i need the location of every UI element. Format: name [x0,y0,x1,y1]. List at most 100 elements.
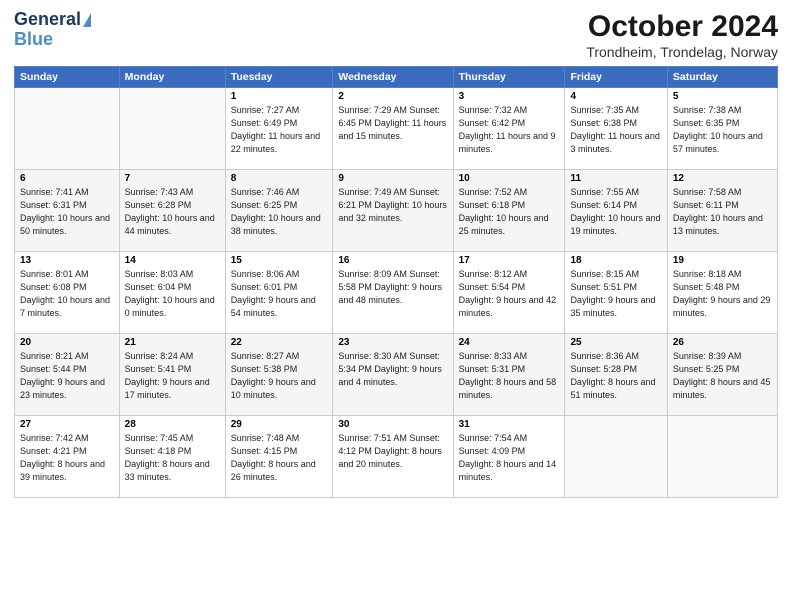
day-number: 22 [231,337,328,348]
day-cell: 19 Sunrise: 8:18 AM Sunset: 5:48 PM Dayli… [667,252,777,334]
day-number: 8 [231,173,328,184]
day-number: 25 [570,337,661,348]
header-cell-friday: Friday [565,67,667,88]
day-info: Sunrise: 7:52 AM Sunset: 6:18 PM Dayligh… [459,186,560,238]
day-number: 7 [125,173,220,184]
day-info: Sunrise: 7:29 AM Sunset: 6:45 PM Dayligh… [338,104,447,143]
day-info: Sunrise: 7:35 AM Sunset: 6:38 PM Dayligh… [570,104,661,156]
week-row-5: 27Sunrise: 7:42 AM Sunset: 4:21 PM Dayli… [15,416,778,498]
day-cell: 5 Sunrise: 7:38 AM Sunset: 6:35 PM Daylig… [667,88,777,170]
day-cell: 26 Sunrise: 8:39 AM Sunset: 5:25 PM Dayli… [667,334,777,416]
day-number: 28 [125,419,220,430]
subtitle: Trondheim, Trondelag, Norway [586,44,778,60]
header-cell-saturday: Saturday [667,67,777,88]
day-info: Sunrise: 7:49 AM Sunset: 6:21 PM Dayligh… [338,186,447,225]
header-cell-monday: Monday [119,67,225,88]
day-info: Sunrise: 7:43 AM Sunset: 6:28 PM Dayligh… [125,186,220,238]
header-cell-tuesday: Tuesday [225,67,333,88]
day-number: 3 [459,91,560,102]
day-cell: 10 Sunrise: 7:52 AM Sunset: 6:18 PM Dayli… [453,170,565,252]
day-number: 18 [570,255,661,266]
day-number: 26 [673,337,772,348]
day-cell: 4 Sunrise: 7:35 AM Sunset: 6:38 PM Daylig… [565,88,667,170]
day-number: 6 [20,173,114,184]
day-info: Sunrise: 8:09 AM Sunset: 5:58 PM Dayligh… [338,268,447,307]
day-number: 16 [338,255,447,266]
day-number: 14 [125,255,220,266]
day-info: Sunrise: 7:46 AM Sunset: 6:25 PM Dayligh… [231,186,328,238]
day-number: 30 [338,419,447,430]
day-cell: 20 Sunrise: 8:21 AM Sunset: 5:44 PM Dayli… [15,334,120,416]
day-info: Sunrise: 7:51 AM Sunset: 4:12 PM Dayligh… [338,432,447,471]
day-info: Sunrise: 8:15 AM Sunset: 5:51 PM Dayligh… [570,268,661,320]
day-number: 1 [231,91,328,102]
day-number: 15 [231,255,328,266]
page: General Blue October 2024 Trondheim, Tro… [0,0,792,612]
day-number: 19 [673,255,772,266]
day-number: 23 [338,337,447,348]
day-number: 27 [20,419,114,430]
day-cell: 23 Sunrise: 8:30 AM Sunset: 5:34 PM Dayli… [333,334,453,416]
day-info: Sunrise: 8:21 AM Sunset: 5:44 PM Dayligh… [20,350,114,402]
day-cell: 9Sunrise: 7:49 AM Sunset: 6:21 PM Daylig… [333,170,453,252]
day-number: 12 [673,173,772,184]
day-info: Sunrise: 8:18 AM Sunset: 5:48 PM Dayligh… [673,268,772,320]
day-cell: 15 Sunrise: 8:06 AM Sunset: 6:01 PM Dayli… [225,252,333,334]
day-info: Sunrise: 7:38 AM Sunset: 6:35 PM Dayligh… [673,104,772,156]
day-info: Sunrise: 7:27 AM Sunset: 6:49 PM Dayligh… [231,104,328,156]
week-row-2: 6 Sunrise: 7:41 AM Sunset: 6:31 PM Daylig… [15,170,778,252]
logo-icon [83,13,91,27]
day-cell: 8 Sunrise: 7:46 AM Sunset: 6:25 PM Daylig… [225,170,333,252]
day-cell: 3 Sunrise: 7:32 AM Sunset: 6:42 PM Daylig… [453,88,565,170]
calendar-table: SundayMondayTuesdayWednesdayThursdayFrid… [14,66,778,498]
day-info: Sunrise: 8:36 AM Sunset: 5:28 PM Dayligh… [570,350,661,402]
day-number: 21 [125,337,220,348]
day-number: 20 [20,337,114,348]
day-cell [119,88,225,170]
day-cell: 7 Sunrise: 7:43 AM Sunset: 6:28 PM Daylig… [119,170,225,252]
day-info: Sunrise: 8:01 AM Sunset: 6:08 PM Dayligh… [20,268,114,320]
header-row: SundayMondayTuesdayWednesdayThursdayFrid… [15,67,778,88]
header-cell-thursday: Thursday [453,67,565,88]
day-cell: 17 Sunrise: 8:12 AM Sunset: 5:54 PM Dayli… [453,252,565,334]
day-number: 10 [459,173,560,184]
day-cell: 18 Sunrise: 8:15 AM Sunset: 5:51 PM Dayli… [565,252,667,334]
day-info: Sunrise: 8:39 AM Sunset: 5:25 PM Dayligh… [673,350,772,402]
day-cell: 28Sunrise: 7:45 AM Sunset: 4:18 PM Dayli… [119,416,225,498]
header: General Blue October 2024 Trondheim, Tro… [14,10,778,60]
day-cell: 27Sunrise: 7:42 AM Sunset: 4:21 PM Dayli… [15,416,120,498]
header-cell-sunday: Sunday [15,67,120,88]
day-number: 17 [459,255,560,266]
day-cell: 24 Sunrise: 8:33 AM Sunset: 5:31 PM Dayli… [453,334,565,416]
day-info: Sunrise: 8:30 AM Sunset: 5:34 PM Dayligh… [338,350,447,389]
day-cell: 22Sunrise: 8:27 AM Sunset: 5:38 PM Dayli… [225,334,333,416]
day-info: Sunrise: 7:41 AM Sunset: 6:31 PM Dayligh… [20,186,114,238]
day-cell: 16 Sunrise: 8:09 AM Sunset: 5:58 PM Dayli… [333,252,453,334]
main-title: October 2024 [586,10,778,44]
day-cell: 29Sunrise: 7:48 AM Sunset: 4:15 PM Dayli… [225,416,333,498]
day-info: Sunrise: 8:33 AM Sunset: 5:31 PM Dayligh… [459,350,560,402]
title-section: October 2024 Trondheim, Trondelag, Norwa… [586,10,778,60]
day-info: Sunrise: 8:12 AM Sunset: 5:54 PM Dayligh… [459,268,560,320]
day-number: 11 [570,173,661,184]
day-info: Sunrise: 7:48 AM Sunset: 4:15 PM Dayligh… [231,432,328,484]
day-cell: 31Sunrise: 7:54 AM Sunset: 4:09 PM Dayli… [453,416,565,498]
day-info: Sunrise: 7:32 AM Sunset: 6:42 PM Dayligh… [459,104,560,156]
day-number: 13 [20,255,114,266]
logo: General Blue [14,10,91,50]
day-number: 24 [459,337,560,348]
day-cell: 30 Sunrise: 7:51 AM Sunset: 4:12 PM Dayli… [333,416,453,498]
header-cell-wednesday: Wednesday [333,67,453,88]
day-number: 5 [673,91,772,102]
day-info: Sunrise: 7:54 AM Sunset: 4:09 PM Dayligh… [459,432,560,484]
week-row-1: 1 Sunrise: 7:27 AM Sunset: 6:49 PM Daylig… [15,88,778,170]
week-row-4: 20 Sunrise: 8:21 AM Sunset: 5:44 PM Dayli… [15,334,778,416]
day-cell: 11 Sunrise: 7:55 AM Sunset: 6:14 PM Dayli… [565,170,667,252]
day-cell: 13 Sunrise: 8:01 AM Sunset: 6:08 PM Dayli… [15,252,120,334]
day-number: 4 [570,91,661,102]
day-info: Sunrise: 8:06 AM Sunset: 6:01 PM Dayligh… [231,268,328,320]
day-cell: 25 Sunrise: 8:36 AM Sunset: 5:28 PM Dayli… [565,334,667,416]
week-row-3: 13 Sunrise: 8:01 AM Sunset: 6:08 PM Dayli… [15,252,778,334]
day-info: Sunrise: 7:55 AM Sunset: 6:14 PM Dayligh… [570,186,661,238]
day-cell [15,88,120,170]
